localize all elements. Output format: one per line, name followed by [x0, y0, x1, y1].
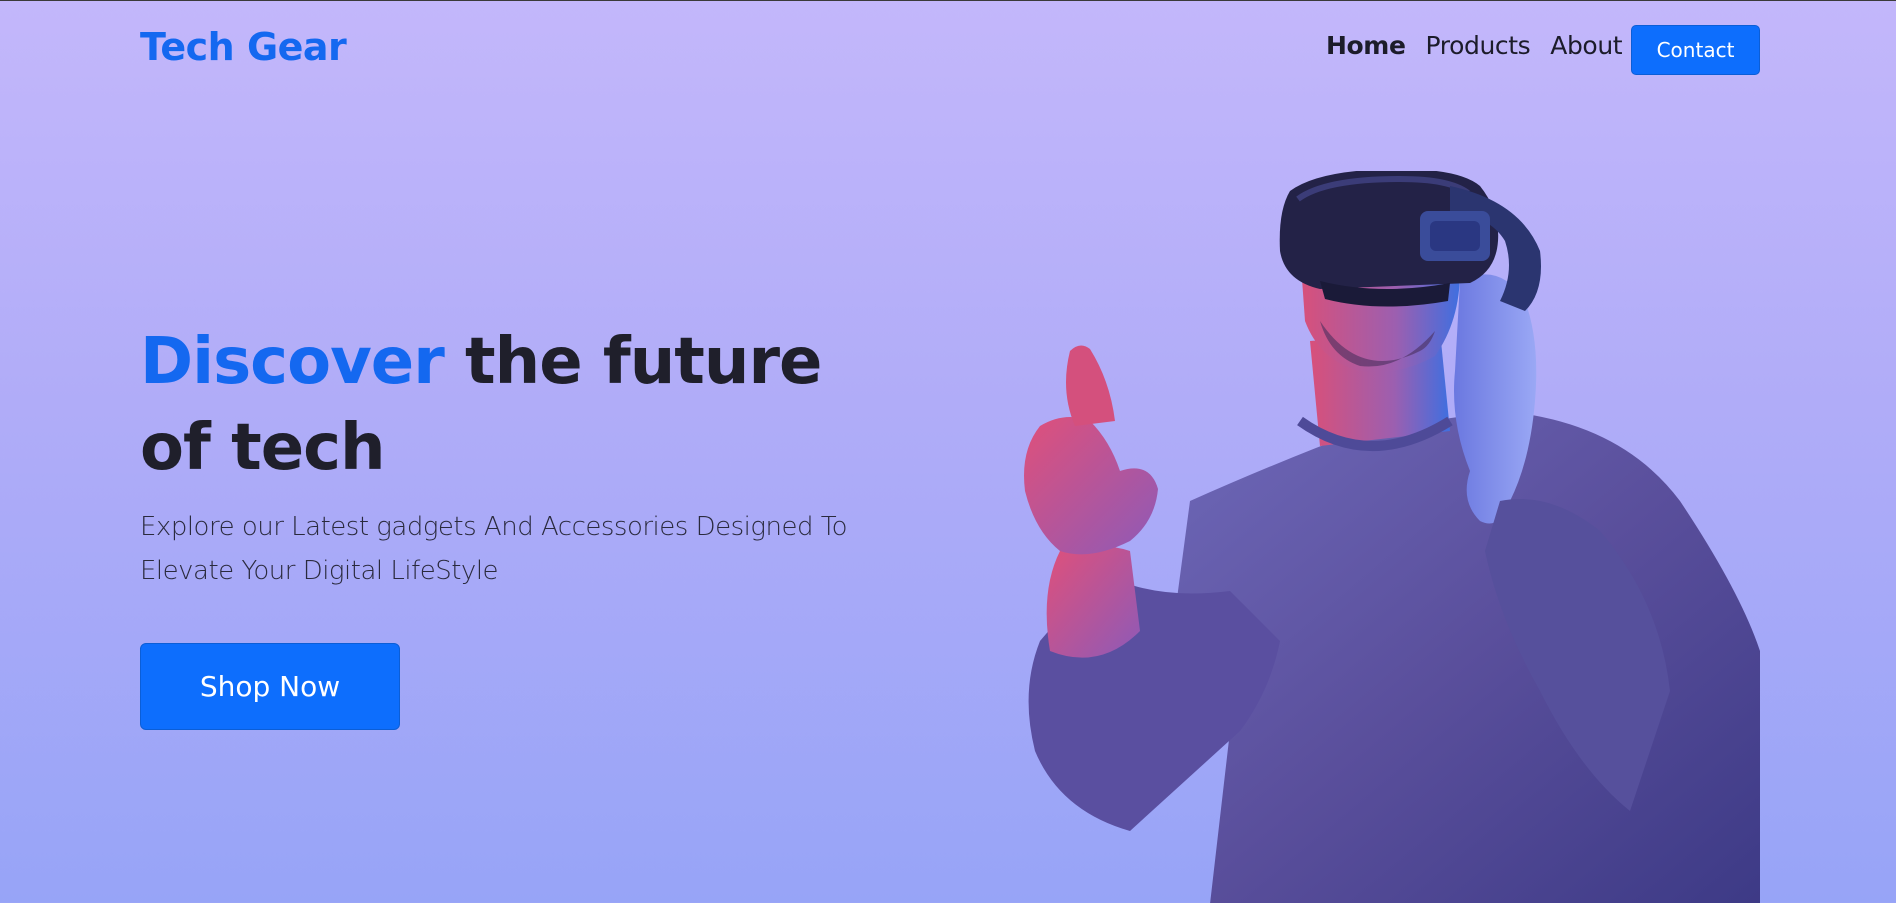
vr-headset-person-icon — [980, 171, 1760, 903]
nav-home[interactable]: Home — [1326, 31, 1406, 60]
hero-title-accent: Discover — [140, 325, 445, 399]
hero-subtitle: Explore our Latest gadgets And Accessori… — [140, 512, 848, 586]
shop-now-button[interactable]: Shop Now — [140, 643, 400, 730]
nav-products[interactable]: Products — [1426, 31, 1531, 60]
nav-links: Home Products About — [1326, 31, 1623, 60]
navbar: Tech Gear Home Products About Contact — [0, 1, 1896, 101]
contact-button[interactable]: Contact — [1631, 25, 1760, 75]
brand-logo[interactable]: Tech Gear — [140, 25, 347, 69]
hero-title: Discover the future of tech — [140, 319, 900, 491]
nav-about[interactable]: About — [1550, 31, 1622, 60]
